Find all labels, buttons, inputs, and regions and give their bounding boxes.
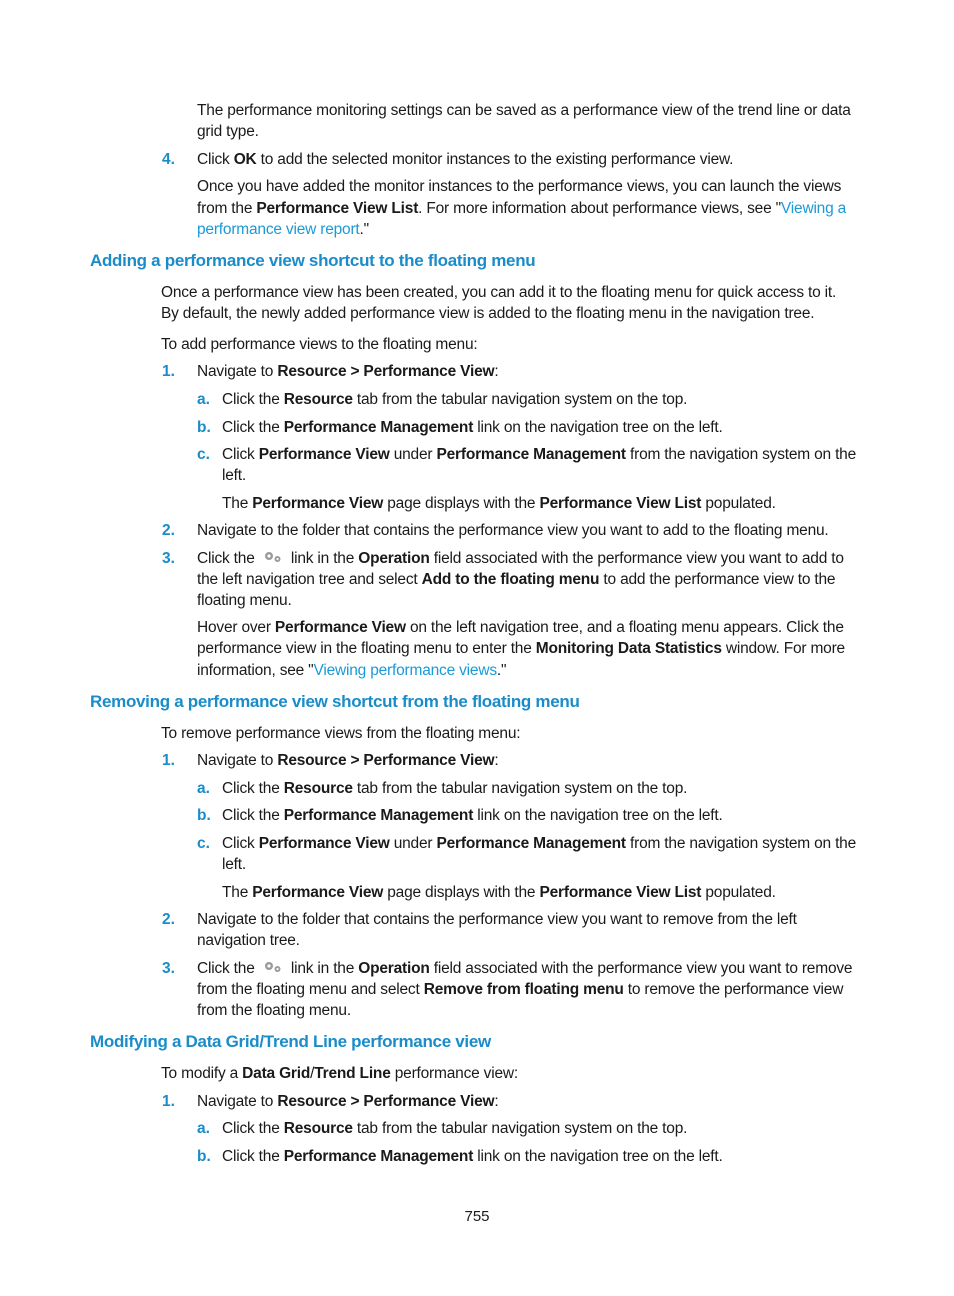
substep-result: The Performance View page displays with …	[222, 884, 776, 901]
step-text: Click the link in the Operation field as…	[197, 550, 844, 567]
page-number: 755	[464, 1208, 490, 1225]
substep-result: The Performance View page displays with …	[222, 495, 776, 512]
substep-letter: b.	[197, 807, 211, 824]
step-text: from the floating menu.	[197, 1002, 351, 1019]
substep-letter: a.	[197, 780, 210, 797]
substep-text: Click the Resource tab from the tabular …	[222, 1120, 688, 1137]
document-page: The performance monitoring settings can …	[0, 0, 954, 1296]
step-number: 2.	[162, 911, 175, 928]
viewing-performance-views-link[interactable]: Viewing performance views	[314, 662, 498, 679]
paragraph-line: To remove performance views from the flo…	[161, 725, 521, 742]
step-text: Navigate to the folder that contains the…	[197, 911, 797, 928]
step-text: from the floating menu and select Remove…	[197, 981, 844, 998]
step-text: Click OK to add the selected monitor ins…	[197, 151, 734, 168]
substep-text: Click the Performance Management link on…	[222, 1148, 723, 1165]
paragraph-line: To add performance views to the floating…	[161, 336, 478, 353]
step-text: Navigate to the folder that contains the…	[197, 522, 829, 539]
step-number: 3.	[162, 550, 175, 567]
step-number: 4.	[162, 151, 175, 168]
step-number: 3.	[162, 960, 175, 977]
substep-text: Click Performance View under Performance…	[222, 835, 857, 852]
substep-letter: c.	[197, 835, 210, 852]
substep-letter: b.	[197, 419, 211, 436]
viewing-report-link[interactable]: Viewing a	[781, 200, 846, 217]
substep-text: Click the Resource tab from the tabular …	[222, 391, 688, 408]
step-text: Navigate to Resource > Performance View:	[197, 1093, 499, 1110]
paragraph-line: To modify a Data Grid/Trend Line perform…	[161, 1065, 518, 1082]
viewing-report-link[interactable]: performance view report	[197, 221, 360, 238]
substep-text: Click the Resource tab from the tabular …	[222, 780, 688, 797]
step-text: floating menu.	[197, 592, 292, 609]
note-line: performance view in the floating menu to…	[197, 640, 845, 657]
substep-text: Click the Performance Management link on…	[222, 807, 723, 824]
note-line: performance view report."	[197, 221, 369, 238]
note-line: Once you have added the monitor instance…	[197, 178, 842, 195]
step-number: 1.	[162, 752, 175, 769]
substep-text: left.	[222, 856, 246, 873]
substep-text: Click the Performance Management link on…	[222, 419, 723, 436]
step-text: Navigate to Resource > Performance View:	[197, 752, 499, 769]
substep-letter: c.	[197, 446, 210, 463]
intro-paragraph-line: The performance monitoring settings can …	[197, 102, 851, 119]
gear-icon	[262, 550, 284, 564]
section-heading: Removing a performance view shortcut fro…	[90, 692, 580, 711]
note-line: Hover over Performance View on the left …	[197, 619, 844, 636]
note-line: information, see "Viewing performance vi…	[197, 662, 507, 679]
step-number: 2.	[162, 522, 175, 539]
note-line: from the Performance View List. For more…	[197, 200, 847, 217]
step-number: 1.	[162, 1093, 175, 1110]
section-heading: Adding a performance view shortcut to th…	[90, 251, 536, 270]
step-text: the left navigation tree and select Add …	[197, 571, 836, 588]
step-text: Click the link in the Operation field as…	[197, 960, 853, 977]
intro-paragraph-line: grid type.	[197, 123, 259, 140]
section-heading: Modifying a Data Grid/Trend Line perform…	[90, 1032, 491, 1051]
paragraph-line: Once a performance view has been created…	[161, 284, 837, 301]
substep-text: Click Performance View under Performance…	[222, 446, 857, 463]
substep-letter: a.	[197, 1120, 210, 1137]
step-text: navigation tree.	[197, 932, 300, 949]
step-number: 1.	[162, 363, 175, 380]
paragraph-line: By default, the newly added performance …	[161, 305, 815, 322]
substep-letter: b.	[197, 1148, 211, 1165]
gear-icon	[262, 960, 284, 974]
substep-letter: a.	[197, 391, 210, 408]
step-text: Navigate to Resource > Performance View:	[197, 363, 499, 380]
substep-text: left.	[222, 467, 246, 484]
